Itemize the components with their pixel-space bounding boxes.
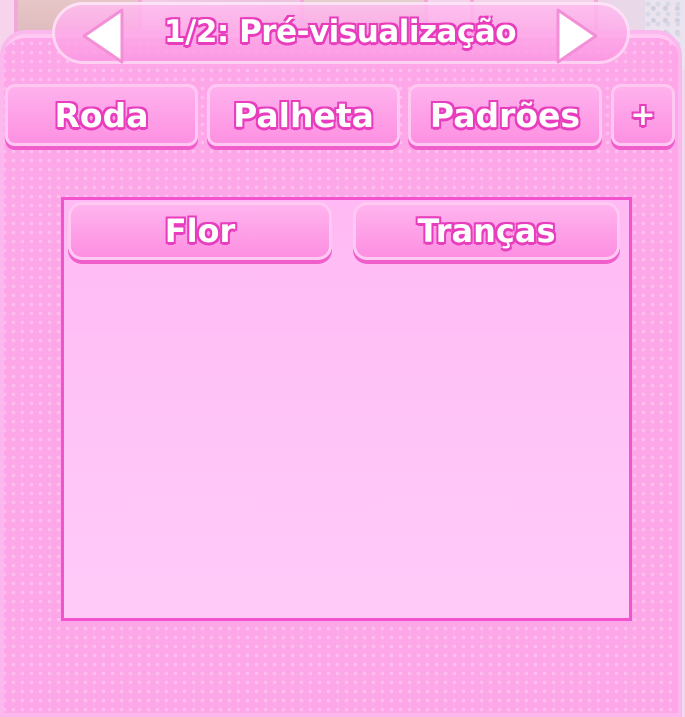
customization-screen: 1/2: Pré-visualização Roda Palheta Padrõ… — [0, 0, 685, 717]
add-tab-button[interactable]: + — [611, 84, 675, 146]
tab-label: Palheta — [233, 95, 374, 135]
trancas-button[interactable]: Tranças — [353, 202, 620, 260]
plus-icon: + — [630, 97, 656, 133]
preview-title: 1/2: Pré-visualização — [163, 14, 517, 50]
tab-roda[interactable]: Roda — [5, 84, 198, 146]
tab-palheta[interactable]: Palheta — [207, 84, 400, 146]
button-label: Flor — [164, 212, 236, 250]
tab-label: Padrões — [429, 95, 581, 135]
next-arrow-icon[interactable] — [552, 6, 602, 66]
previous-arrow-icon[interactable] — [78, 6, 128, 66]
tab-padroes[interactable]: Padrões — [408, 84, 602, 146]
pattern-content-box — [61, 197, 632, 621]
flor-button[interactable]: Flor — [68, 202, 332, 260]
tab-label: Roda — [54, 95, 149, 135]
button-label: Tranças — [417, 212, 556, 250]
